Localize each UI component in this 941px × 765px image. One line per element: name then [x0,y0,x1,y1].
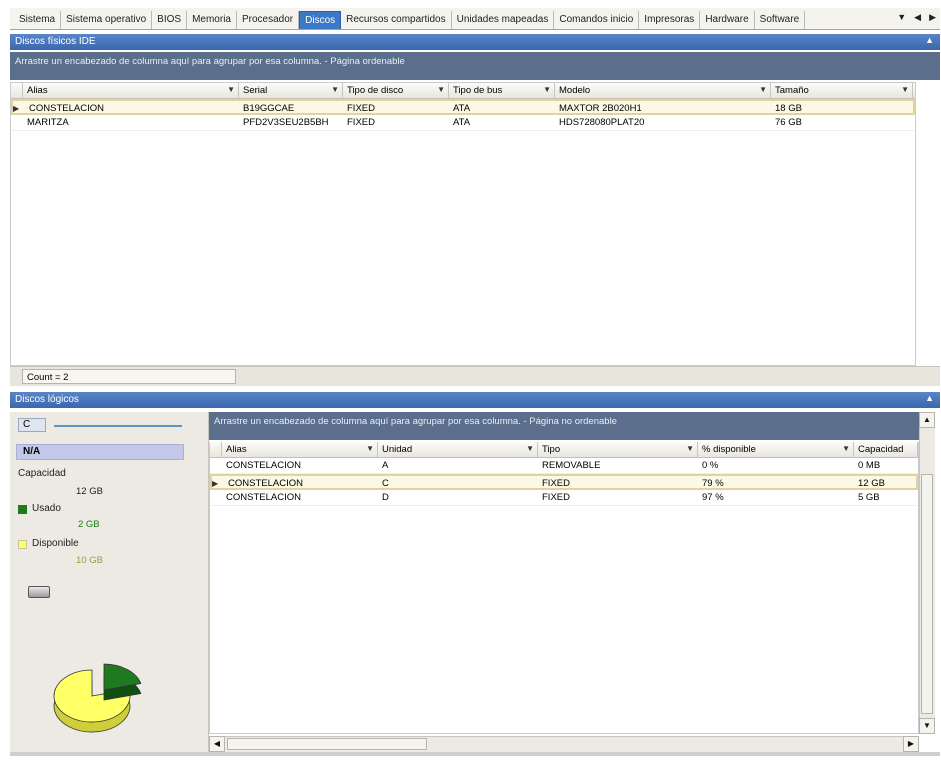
tab-navigation: ▼ ◀ ▶ [897,12,936,23]
tab-memoria[interactable]: Memoria [187,11,237,29]
tab-strip: Sistema Sistema operativo BIOS Memoria P… [10,8,940,30]
filter-dropdown-icon[interactable]: ▼ [842,444,850,453]
tab-menu-icon[interactable]: ▼ [897,12,906,23]
physical-disks-grid: Alias ▼ Serial ▼ Tipo de disco ▼ Tipo de bu… [10,82,916,366]
col-modelo[interactable]: Modelo ▼ [555,83,771,98]
capacity-label: Capacidad [18,468,66,479]
col-alias[interactable]: Alias ▼ [23,83,239,98]
tab-procesador[interactable]: Procesador [237,11,300,29]
used-swatch [18,505,27,514]
table-row[interactable]: CONSTELACION D FIXED 97 % 5 GB [210,490,918,506]
row-pointer-icon: ▶ [212,479,219,488]
filter-dropdown-icon[interactable]: ▼ [437,85,445,94]
tab-comandos-inicio[interactable]: Comandos inicio [554,11,640,29]
physical-group-band[interactable]: Arrastre un encabezado de columna aquí p… [10,52,940,80]
tab-hardware[interactable]: Hardware [700,11,755,29]
table-row[interactable]: MARITZA PFD2V3SEU2B5BH FIXED ATA HDS7280… [11,115,915,131]
drive-selector[interactable]: C [18,418,46,432]
col-serial[interactable]: Serial ▼ [239,83,343,98]
tab-discos[interactable]: Discos [299,11,342,29]
col-tipo-disco[interactable]: Tipo de disco ▼ [343,83,449,98]
row-count: Count = 2 [22,369,236,384]
tab-sistema-operativo[interactable]: Sistema operativo [61,11,153,29]
tab-next-icon[interactable]: ▶ [929,12,936,23]
col-unidad[interactable]: Unidad ▼ [378,442,538,457]
col-tipo-bus[interactable]: Tipo de bus ▼ [449,83,555,98]
logical-disks-header: Discos lógicos ▲ [10,392,940,408]
scroll-thumb[interactable] [227,738,427,750]
free-label: Disponible [32,538,79,549]
scroll-right-icon[interactable]: ▶ [903,736,919,752]
scroll-thumb[interactable] [921,474,933,714]
table-row[interactable]: ▶ CONSTELACION C FIXED 79 % 12 GB [210,474,918,490]
used-value: 2 GB [78,519,100,530]
table-row[interactable]: ▶ CONSTELACION B19GGCAE FIXED ATA MAXTOR… [11,99,915,115]
physical-grid-header: Alias ▼ Serial ▼ Tipo de disco ▼ Tipo de bu… [11,83,915,99]
physical-disks-header: Discos físicos IDE ▲ [10,34,940,50]
col-alias[interactable]: Alias ▼ [222,442,378,457]
logical-horizontal-scrollbar[interactable]: ◀ ▶ [209,736,919,752]
physical-footer: Count = 2 [10,366,940,386]
scroll-left-icon[interactable]: ◀ [209,736,225,752]
drive-selector-line [54,425,182,427]
filter-dropdown-icon[interactable]: ▼ [543,85,551,94]
filter-dropdown-icon[interactable]: ▼ [759,85,767,94]
disk-usage-pie-chart [53,663,142,733]
filter-dropdown-icon[interactable]: ▼ [686,444,694,453]
collapse-icon[interactable]: ▲ [925,35,934,45]
col-tipo[interactable]: Tipo ▼ [538,442,698,457]
logical-disks-title: Discos lógicos [15,394,79,405]
filesystem-label: N/A [16,444,184,460]
logical-grid-header: Alias ▼ Unidad ▼ Tipo ▼ % disponible ▼ Capac… [210,442,918,458]
logical-vertical-scrollbar[interactable]: ▲ ▼ [919,412,935,734]
physical-group-hint: Arrastre un encabezado de columna aquí p… [15,56,405,67]
logical-disks-grid: Alias ▼ Unidad ▼ Tipo ▼ % disponible ▼ Capac… [209,442,919,734]
table-row[interactable]: CONSTELACION A REMOVABLE 0 % 0 MB [210,458,918,474]
filter-dropdown-icon[interactable]: ▼ [901,85,909,94]
scroll-down-icon[interactable]: ▼ [919,718,935,734]
filter-dropdown-icon[interactable]: ▼ [366,444,374,453]
tab-recursos-compartidos[interactable]: Recursos compartidos [341,11,452,29]
collapse-icon[interactable]: ▲ [925,393,934,403]
logical-group-band[interactable]: Arrastre un encabezado de columna aquí p… [209,412,919,440]
tab-prev-icon[interactable]: ◀ [914,12,921,23]
col-tamano[interactable]: Tamaño ▼ [771,83,913,98]
tab-bios[interactable]: BIOS [152,11,188,29]
physical-disks-title: Discos físicos IDE [15,36,96,47]
hard-drive-icon [28,586,50,598]
filter-dropdown-icon[interactable]: ▼ [227,85,235,94]
filter-dropdown-icon[interactable]: ▼ [331,85,339,94]
disk-summary-panel: C N/A Capacidad 12 GB Usado 2 GB Disponi… [10,412,209,752]
scroll-up-icon[interactable]: ▲ [919,412,935,428]
col-capacidad[interactable]: Capacidad [854,442,918,457]
filter-dropdown-icon[interactable]: ▼ [526,444,534,453]
tab-unidades-mapeadas[interactable]: Unidades mapeadas [452,11,555,29]
row-pointer-icon: ▶ [13,104,20,113]
free-value: 10 GB [76,555,103,566]
capacity-value: 12 GB [76,486,103,497]
logical-group-hint: Arrastre un encabezado de columna aquí p… [214,416,617,427]
bottom-border [10,752,940,756]
used-label: Usado [32,503,61,514]
col-porcentaje-disponible[interactable]: % disponible ▼ [698,442,854,457]
tab-sistema[interactable]: Sistema [14,11,62,29]
tab-impresoras[interactable]: Impresoras [639,11,701,29]
tab-software[interactable]: Software [755,11,806,29]
free-swatch [18,540,27,549]
